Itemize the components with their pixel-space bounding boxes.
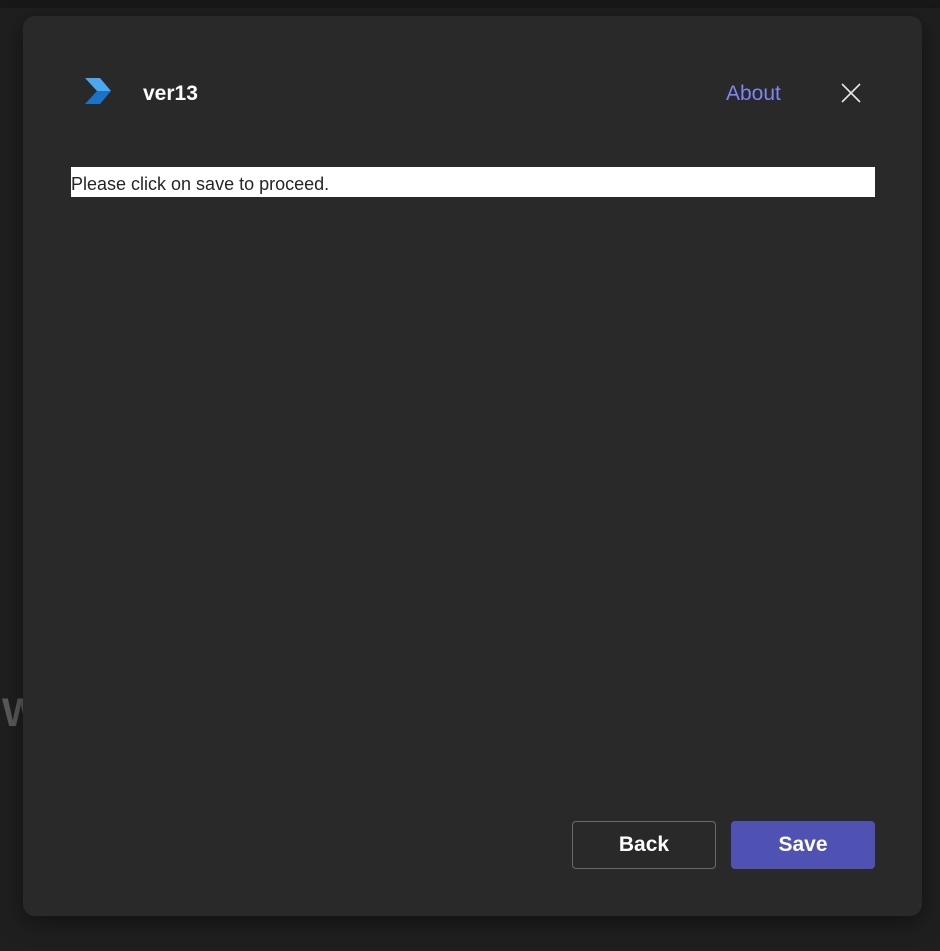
save-button-label: Save bbox=[778, 833, 828, 856]
close-button[interactable] bbox=[835, 77, 867, 109]
about-link[interactable]: About bbox=[726, 80, 781, 108]
content-frame: Please click on save to proceed. bbox=[71, 167, 875, 197]
close-icon bbox=[841, 83, 861, 103]
save-button[interactable]: Save bbox=[731, 821, 875, 869]
app-chevron-logo-icon bbox=[83, 76, 113, 108]
back-button[interactable]: Back bbox=[572, 821, 716, 869]
dialog: ver13 About Please click on save to proc… bbox=[23, 16, 922, 916]
back-button-label: Back bbox=[618, 833, 670, 856]
instruction-message: Please click on save to proceed. bbox=[71, 174, 330, 194]
app-name: ver13 bbox=[143, 82, 198, 105]
top-strip bbox=[0, 0, 940, 8]
